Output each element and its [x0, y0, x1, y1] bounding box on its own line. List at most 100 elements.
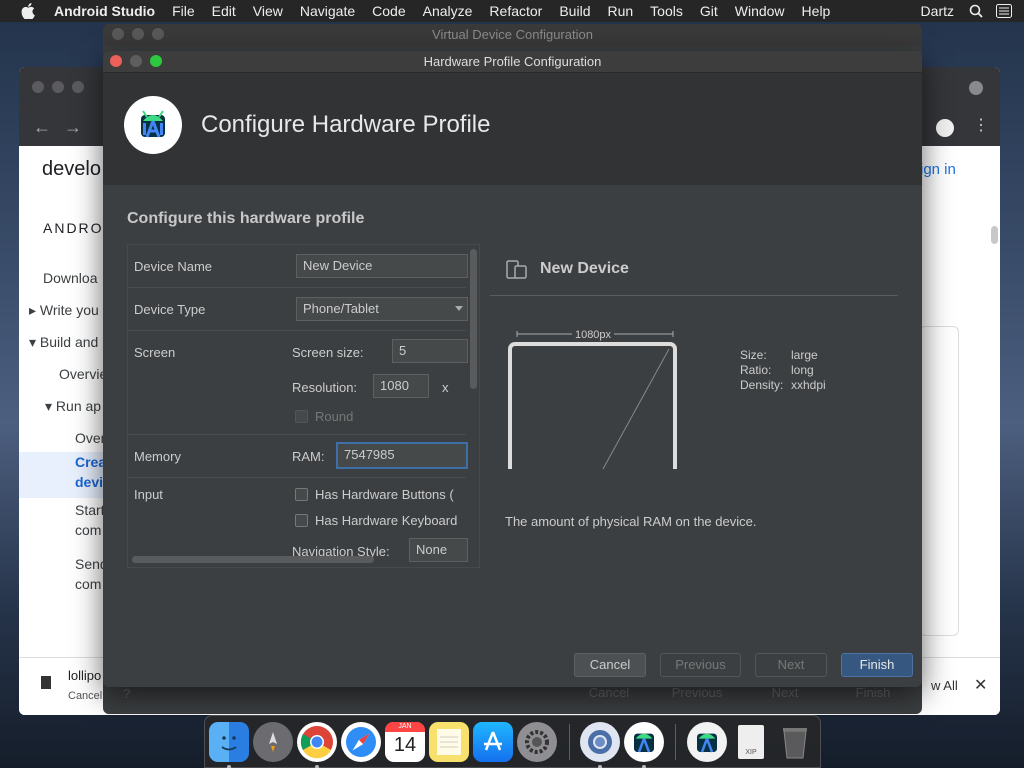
screen-label: Screen: [134, 345, 176, 360]
android-studio-icon[interactable]: [624, 722, 664, 762]
app-store-icon[interactable]: [473, 722, 513, 762]
device-preview-header: New Device: [490, 244, 898, 296]
menu-view[interactable]: View: [253, 3, 283, 19]
form-vertical-scrollbar[interactable]: [470, 249, 477, 389]
sidebar-item-label: Build and: [39, 334, 99, 350]
menu-file[interactable]: File: [172, 3, 195, 19]
resolution-separator: x: [442, 380, 449, 395]
menu-refactor[interactable]: Refactor: [489, 3, 542, 19]
trash-icon[interactable]: [775, 722, 815, 762]
previous-button[interactable]: Previous: [660, 653, 741, 677]
chrome-app-icon[interactable]: [580, 722, 620, 762]
resolution-width-input[interactable]: 1080: [373, 374, 429, 398]
hardware-buttons-label: Has Hardware Buttons (: [315, 487, 454, 502]
minimize-window-button[interactable]: [130, 55, 142, 67]
previous-button[interactable]: Previous: [662, 685, 732, 703]
hardware-buttons-checkbox[interactable]: [295, 488, 308, 501]
screen-size-label: Screen size:: [292, 345, 364, 360]
forward-arrow-icon[interactable]: →: [64, 117, 82, 138]
sidebar-item-downloads[interactable]: Downloa: [43, 270, 97, 286]
spec-size: Size: large: [740, 348, 818, 362]
menu-git[interactable]: Git: [700, 3, 718, 19]
menu-user[interactable]: Dartz: [921, 3, 954, 19]
avatar[interactable]: [936, 119, 954, 137]
content-card: [919, 326, 959, 636]
sidebar-item-create-device[interactable]: Crea devi: [19, 452, 106, 498]
download-cancel-link[interactable]: Cancel: [68, 690, 102, 702]
dialog-header: Configure Hardware Profile: [103, 73, 922, 185]
safari-icon[interactable]: [341, 722, 381, 762]
profile-menu-icon[interactable]: [969, 81, 983, 95]
finder-icon[interactable]: [209, 722, 249, 762]
sidebar-item-run[interactable]: ▾ Run ap: [45, 398, 101, 415]
menu-tools[interactable]: Tools: [650, 3, 683, 19]
apple-icon[interactable]: [18, 1, 38, 21]
page-scrollbar[interactable]: [991, 226, 998, 244]
device-icon: [506, 260, 528, 285]
chrome-icon[interactable]: [297, 722, 337, 762]
calendar-icon[interactable]: JAN 14: [385, 722, 425, 762]
next-button[interactable]: Next: [755, 653, 827, 677]
navigation-style-dropdown[interactable]: None: [409, 538, 468, 562]
spec-density: Density: xxhdpi: [740, 378, 826, 392]
device-name-input[interactable]: New Device: [296, 254, 468, 278]
spotlight-search-icon[interactable]: [968, 3, 984, 19]
show-all-button[interactable]: w All: [931, 678, 958, 693]
menu-edit[interactable]: Edit: [212, 3, 236, 19]
sidebar-item-label: devi: [75, 474, 104, 490]
menu-analyze[interactable]: Analyze: [423, 3, 473, 19]
xip-archive-icon[interactable]: XIP: [731, 722, 771, 762]
calendar-month: JAN: [385, 722, 425, 732]
hardware-keyboard-checkbox[interactable]: [295, 514, 308, 527]
back-arrow-icon[interactable]: ←: [33, 117, 51, 138]
menu-run[interactable]: Run: [607, 3, 633, 19]
menu-app-name[interactable]: Android Studio: [54, 3, 155, 19]
control-center-icon[interactable]: [996, 3, 1012, 19]
round-checkbox[interactable]: [295, 410, 308, 423]
next-button[interactable]: Next: [750, 685, 820, 703]
sidebar-item-label: Write you: [39, 302, 99, 318]
android-studio-download-icon[interactable]: [687, 722, 727, 762]
device-type-value: Phone/Tablet: [303, 301, 379, 316]
close-window-button[interactable]: [110, 55, 122, 67]
menu-help[interactable]: Help: [802, 3, 831, 19]
notes-icon[interactable]: [429, 722, 469, 762]
chevron-down-icon: [455, 306, 463, 311]
spec-key: Size:: [740, 348, 767, 362]
sidebar-item-start[interactable]: Start: [75, 502, 105, 518]
file-icon: [41, 676, 51, 689]
field-description: The amount of physical RAM on the device…: [505, 514, 757, 529]
sign-in-link[interactable]: ign in: [920, 161, 956, 178]
site-brand[interactable]: develo: [42, 158, 101, 181]
form-horizontal-scrollbar[interactable]: [132, 556, 374, 563]
sidebar-item-over[interactable]: Over: [75, 430, 105, 446]
system-preferences-icon[interactable]: [517, 722, 557, 762]
menu-navigate[interactable]: Navigate: [300, 3, 355, 19]
menu-window[interactable]: Window: [735, 3, 785, 19]
cancel-button[interactable]: Cancel: [574, 685, 644, 703]
sidebar-item-overview[interactable]: Overvie: [59, 366, 107, 382]
sidebar-item-build[interactable]: ▾ Build and: [29, 334, 98, 351]
menu-code[interactable]: Code: [372, 3, 405, 19]
window-controls: [112, 28, 164, 40]
screen-size-input[interactable]: 5: [392, 339, 468, 363]
zoom-window-button[interactable]: [150, 55, 162, 67]
spec-value: xxhdpi: [791, 378, 826, 392]
launchpad-icon[interactable]: [253, 722, 293, 762]
hardware-profile-form: Device Name New Device Device Type Phone…: [127, 244, 480, 568]
cancel-button[interactable]: Cancel: [574, 653, 646, 677]
menu-build[interactable]: Build: [559, 3, 590, 19]
download-file-name[interactable]: lollipo: [68, 668, 101, 683]
kebab-menu-icon[interactable]: ⋮: [973, 115, 989, 135]
close-icon[interactable]: ✕: [974, 675, 987, 695]
ram-input[interactable]: 7547985: [336, 442, 468, 469]
device-type-dropdown[interactable]: Phone/Tablet: [296, 297, 468, 321]
help-icon[interactable]: ?: [123, 686, 130, 701]
sidebar-item-write[interactable]: ▸ Write you: [29, 302, 99, 319]
dock-separator: [675, 724, 676, 760]
calendar-day: 14: [393, 734, 417, 756]
spec-ratio: Ratio: long: [740, 363, 814, 377]
finish-button[interactable]: Finish: [838, 685, 908, 703]
sidebar-item-label: Run ap: [55, 398, 102, 414]
finish-button[interactable]: Finish: [841, 653, 913, 677]
